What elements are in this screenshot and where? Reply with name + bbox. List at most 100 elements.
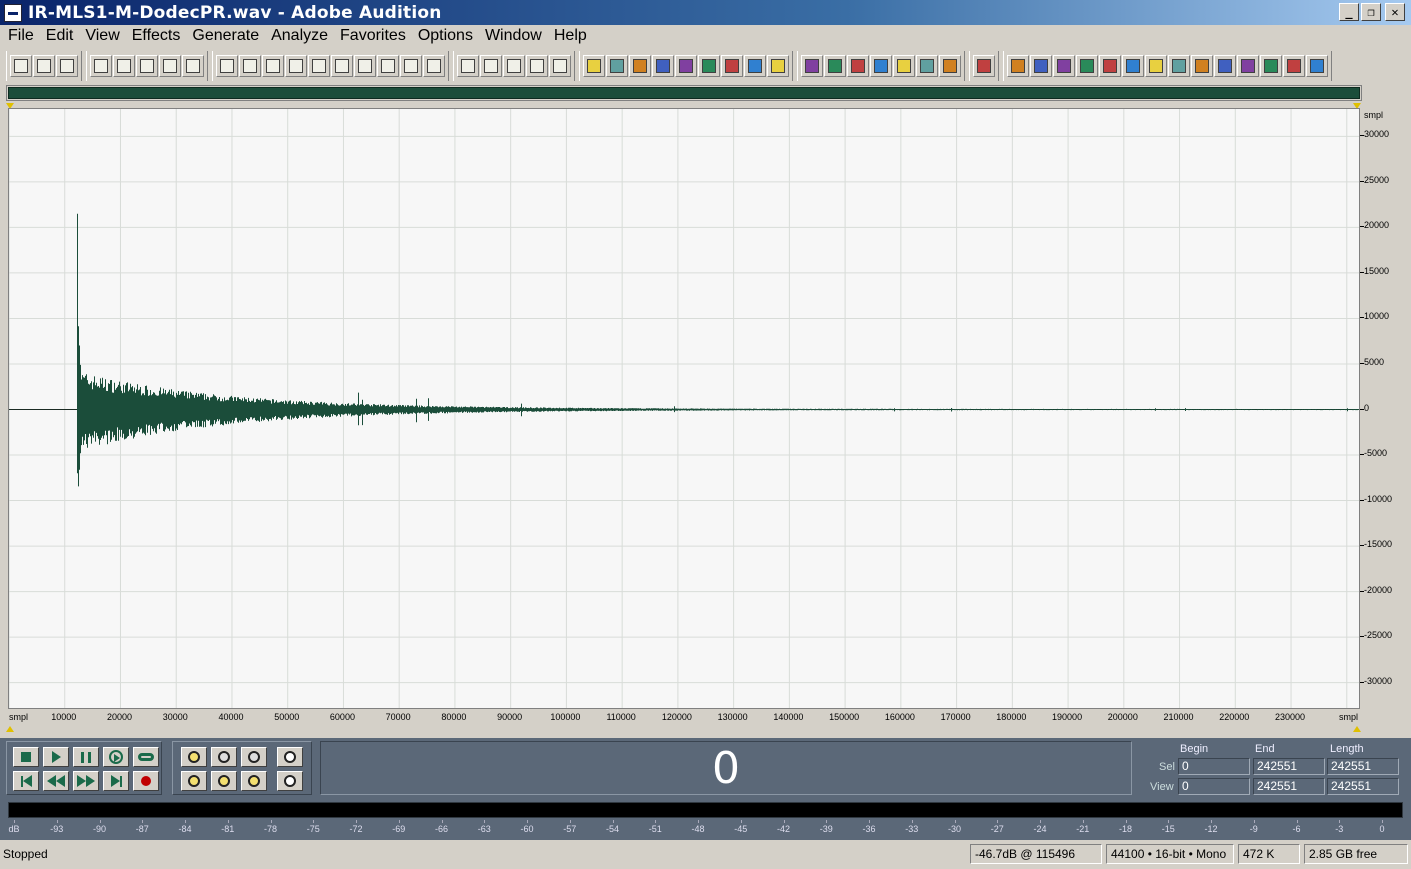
- cd-view-button[interactable]: [56, 55, 78, 77]
- window-c-button[interactable]: [629, 55, 651, 77]
- zoom-to-left-button[interactable]: [181, 771, 207, 791]
- rainbow-button[interactable]: [744, 55, 766, 77]
- ap4-button[interactable]: [1007, 55, 1029, 77]
- grid-a-button[interactable]: [503, 55, 525, 77]
- bar-button[interactable]: [767, 55, 789, 77]
- copy-button[interactable]: [308, 55, 330, 77]
- zoom-button[interactable]: [675, 55, 697, 77]
- go-to-end-button[interactable]: [103, 771, 129, 791]
- zoom-full-button[interactable]: [241, 747, 267, 767]
- menu-favorites[interactable]: Favorites: [334, 27, 412, 45]
- fx-h-button[interactable]: [1306, 55, 1328, 77]
- cut-button[interactable]: [331, 55, 353, 77]
- checkbox-button[interactable]: [480, 55, 502, 77]
- effect-c-button[interactable]: [939, 55, 961, 77]
- undo-button[interactable]: [216, 55, 238, 77]
- wave-button[interactable]: [870, 55, 892, 77]
- sti-button[interactable]: [1283, 55, 1305, 77]
- window-b-button[interactable]: [606, 55, 628, 77]
- zoom-to-right-button[interactable]: [211, 771, 237, 791]
- stop-button[interactable]: [13, 747, 39, 767]
- zoom-out-horizontal-button[interactable]: [211, 747, 237, 767]
- itu-p56-button[interactable]: [1260, 55, 1282, 77]
- zoom-in-vertical-button[interactable]: [277, 747, 303, 767]
- repeat-button[interactable]: [262, 55, 284, 77]
- grid-c-button[interactable]: [549, 55, 571, 77]
- menu-help[interactable]: Help: [548, 27, 593, 45]
- menu-view[interactable]: View: [79, 27, 125, 45]
- menu-window[interactable]: Window: [479, 27, 548, 45]
- new-file-button[interactable]: [90, 55, 112, 77]
- open-file-button[interactable]: [113, 55, 135, 77]
- minimize-button[interactable]: _: [1339, 3, 1359, 21]
- waveform-view-button[interactable]: [10, 55, 32, 77]
- rewind-button[interactable]: [43, 771, 69, 791]
- effect-b-button[interactable]: [916, 55, 938, 77]
- pause-button[interactable]: [73, 747, 99, 767]
- view-length-field[interactable]: 242551: [1327, 778, 1399, 795]
- save-all-button[interactable]: [159, 55, 181, 77]
- menu-generate[interactable]: Generate: [186, 27, 265, 45]
- play-to-end-button[interactable]: [103, 747, 129, 767]
- time-015-button[interactable]: [698, 55, 720, 77]
- maximize-button[interactable]: ❐: [1361, 3, 1381, 21]
- record-button[interactable]: [133, 771, 159, 791]
- multitrack-view-button[interactable]: [33, 55, 55, 77]
- format-readout[interactable]: 44100 • 16-bit • Mono: [1106, 844, 1234, 864]
- fx-d-button[interactable]: [1168, 55, 1190, 77]
- irs-button[interactable]: [824, 55, 846, 77]
- play-button[interactable]: [43, 747, 69, 767]
- menu-options[interactable]: Options: [412, 27, 479, 45]
- view-end-field[interactable]: 242551: [1253, 778, 1325, 795]
- paste-button[interactable]: [354, 55, 376, 77]
- fx-a-button[interactable]: [1099, 55, 1121, 77]
- x-tick-label: 230000: [1275, 712, 1306, 722]
- overview-bar[interactable]: [8, 87, 1360, 99]
- zoom-selection-button[interactable]: [241, 771, 267, 791]
- mix-paste-button[interactable]: [377, 55, 399, 77]
- fx-b-button[interactable]: [1122, 55, 1144, 77]
- app-icon[interactable]: [4, 3, 22, 22]
- x-tick-label: 100000: [550, 712, 581, 722]
- fx-c-button[interactable]: [1145, 55, 1167, 77]
- mq-button[interactable]: [1053, 55, 1075, 77]
- sel-begin-field[interactable]: 0: [1178, 758, 1250, 775]
- envelope-button[interactable]: [457, 55, 479, 77]
- zoom-out-vertical-button[interactable]: [277, 771, 303, 791]
- menu-file[interactable]: File: [2, 27, 40, 45]
- selection-start-marker-bottom[interactable]: [6, 726, 14, 732]
- vo-button[interactable]: [1076, 55, 1098, 77]
- window-a-button[interactable]: [583, 55, 605, 77]
- view-begin-field[interactable]: 0: [1178, 778, 1250, 795]
- menu-effects[interactable]: Effects: [126, 27, 187, 45]
- menu-analyze[interactable]: Analyze: [265, 27, 334, 45]
- time-ruler[interactable]: smpl smpl 10000 20000 30000 40000 50000 60000…: [8, 709, 1360, 725]
- close-button[interactable]: ✕: [1385, 3, 1405, 21]
- sweep-button[interactable]: [893, 55, 915, 77]
- sel-length-field[interactable]: 242551: [1327, 758, 1399, 775]
- zoom-in-horizontal-button[interactable]: [181, 747, 207, 767]
- paste-new-button[interactable]: [400, 55, 422, 77]
- waveform-display[interactable]: [8, 108, 1360, 709]
- go-to-start-button[interactable]: [13, 771, 39, 791]
- fast-forward-button[interactable]: [73, 771, 99, 791]
- scope-button[interactable]: [973, 55, 995, 77]
- grid-b-button[interactable]: [526, 55, 548, 77]
- trim-button[interactable]: [285, 55, 307, 77]
- selection-end-marker-bottom[interactable]: [1353, 726, 1361, 732]
- fx-g-button[interactable]: [1237, 55, 1259, 77]
- play-button[interactable]: [652, 55, 674, 77]
- close-file-button[interactable]: [182, 55, 204, 77]
- crop-button[interactable]: [423, 55, 445, 77]
- effect-a-button[interactable]: [801, 55, 823, 77]
- ap42-button[interactable]: [1030, 55, 1052, 77]
- redo-button[interactable]: [239, 55, 261, 77]
- menu-edit[interactable]: Edit: [40, 27, 80, 45]
- fx-f-button[interactable]: [1214, 55, 1236, 77]
- fader-button[interactable]: [721, 55, 743, 77]
- sel-end-field[interactable]: 242551: [1253, 758, 1325, 775]
- loop-button[interactable]: [133, 747, 159, 767]
- fx-e-button[interactable]: [1191, 55, 1213, 77]
- mls-button[interactable]: [847, 55, 869, 77]
- save-button[interactable]: [136, 55, 158, 77]
